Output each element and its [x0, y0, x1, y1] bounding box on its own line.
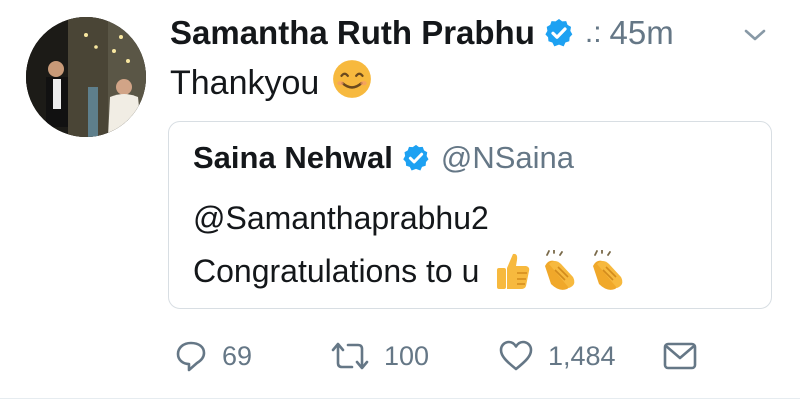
divider	[0, 398, 800, 399]
envelope-icon	[663, 342, 697, 370]
smiling-face-emoji	[331, 58, 373, 109]
truncated-handle: .:	[584, 16, 602, 49]
quoted-text: Congratulations to u	[193, 252, 480, 289]
quoted-author-name: Saina Nehwal	[193, 140, 393, 175]
reply-button[interactable]: 69	[174, 336, 252, 376]
quoted-text-row: Congratulations to u	[193, 250, 629, 292]
tweet-text: Thankyou	[170, 64, 320, 102]
timestamp[interactable]: 45m	[610, 14, 674, 52]
retweet-icon	[331, 342, 369, 370]
verified-badge-icon	[401, 143, 431, 173]
like-button[interactable]: 1,484	[498, 336, 616, 376]
author-name[interactable]: Samantha Ruth Prabhu	[170, 14, 535, 52]
avatar-photo	[26, 17, 146, 137]
quoted-mention: @Samanthaprabhu2	[193, 200, 489, 236]
author-avatar[interactable]	[26, 17, 146, 137]
quoted-tweet-header: Saina Nehwal @NSaina	[193, 140, 574, 176]
verified-badge-icon	[543, 17, 575, 49]
clapping-hands-emoji	[593, 250, 623, 290]
reply-icon	[176, 341, 206, 372]
retweet-button[interactable]: 100	[330, 336, 429, 376]
quoted-author-handle: @NSaina	[440, 140, 575, 175]
chevron-down-icon[interactable]	[740, 20, 770, 50]
heart-icon	[499, 340, 533, 371]
clapping-hands-emoji	[545, 250, 575, 290]
direct-message-button[interactable]	[662, 336, 698, 376]
thumbs-up-emoji	[497, 253, 530, 289]
quoted-emojis	[493, 250, 629, 292]
tweet-text-row: Thankyou	[170, 58, 373, 109]
quoted-tweet-card[interactable]: Saina Nehwal @NSaina @Samanthaprabhu2 Co…	[168, 121, 772, 309]
reply-count: 69	[222, 340, 253, 371]
tweet-actions: 69 100 1,484	[170, 336, 710, 376]
retweet-count: 100	[384, 340, 430, 371]
tweet-header: Samantha Ruth Prabhu .: 45m	[170, 10, 770, 56]
like-count: 1,484	[548, 340, 616, 371]
